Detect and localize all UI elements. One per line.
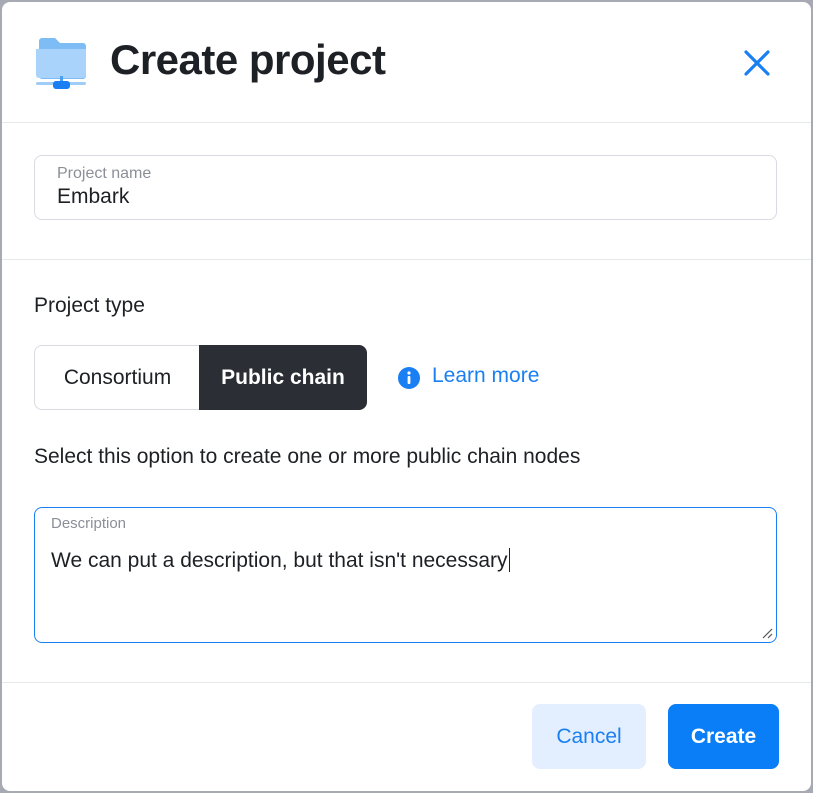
dialog-header: Create project [2, 2, 811, 123]
info-icon [398, 367, 420, 389]
project-type-helper-text: Select this option to create one or more… [34, 445, 581, 468]
segment-public-chain[interactable]: Public chain [199, 345, 367, 410]
dialog-footer: Cancel Create [2, 682, 811, 791]
segment-consortium[interactable]: Consortium [34, 345, 200, 410]
learn-more-label[interactable]: Learn more [432, 364, 539, 388]
project-name-field[interactable]: Project name Embark [34, 155, 777, 220]
resize-grip-icon[interactable] [761, 627, 773, 639]
description-text: We can put a description, but that isn't… [51, 549, 508, 572]
create-button[interactable]: Create [668, 704, 779, 769]
description-field[interactable]: Description We can put a description, bu… [34, 507, 777, 643]
description-label: Description [51, 515, 127, 532]
cancel-button[interactable]: Cancel [532, 704, 646, 769]
text-caret [508, 548, 510, 572]
description-value[interactable]: We can put a description, but that isn't… [51, 548, 510, 573]
dialog-title: Create project [110, 36, 386, 83]
project-name-value[interactable]: Embark [57, 185, 129, 209]
close-icon[interactable] [736, 42, 778, 84]
project-type-label: Project type [34, 294, 145, 317]
create-project-dialog: Create project Project name Embark Proje… [2, 2, 811, 791]
project-name-section: Project name Embark [2, 123, 811, 260]
folder-network-icon [36, 38, 86, 89]
project-name-label: Project name [57, 165, 152, 182]
